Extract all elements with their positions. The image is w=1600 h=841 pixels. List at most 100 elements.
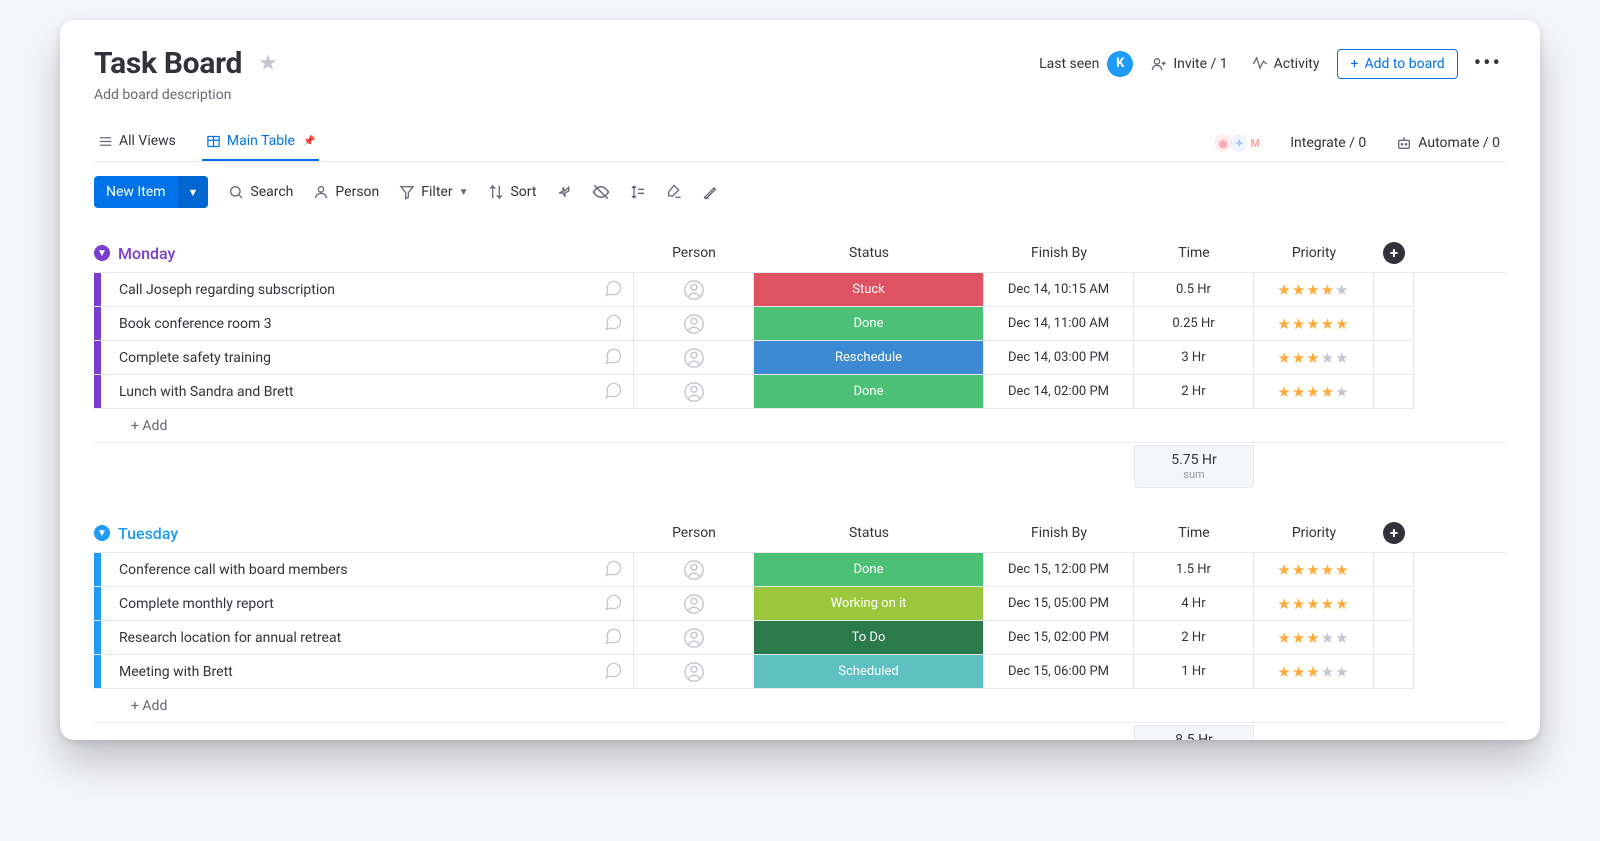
person-cell[interactable]: [634, 307, 754, 341]
chat-icon[interactable]: [603, 278, 623, 302]
board-description[interactable]: Add board description: [94, 87, 1506, 103]
task-cell[interactable]: Research location for annual retreat: [94, 621, 634, 655]
col-finish[interactable]: Finish By: [984, 525, 1134, 541]
search-button[interactable]: Search: [228, 184, 293, 200]
tab-all-views[interactable]: All Views: [94, 125, 180, 161]
task-name[interactable]: Conference call with board members: [113, 562, 603, 578]
priority-cell[interactable]: ★★★★★: [1254, 553, 1374, 587]
priority-cell[interactable]: ★★★★★: [1254, 273, 1374, 307]
status-cell[interactable]: Done: [754, 553, 984, 587]
col-finish[interactable]: Finish By: [984, 245, 1134, 261]
status-cell[interactable]: Done: [754, 375, 984, 409]
task-name[interactable]: Complete monthly report: [113, 596, 603, 612]
height-button[interactable]: [630, 184, 646, 200]
person-cell[interactable]: [634, 553, 754, 587]
time-cell[interactable]: 2 Hr: [1134, 621, 1254, 655]
person-cell[interactable]: [634, 375, 754, 409]
task-name[interactable]: Lunch with Sandra and Brett: [113, 384, 603, 400]
time-cell[interactable]: 1.5 Hr: [1134, 553, 1254, 587]
finish-cell[interactable]: Dec 14, 10:15 AM: [984, 273, 1134, 307]
task-cell[interactable]: Lunch with Sandra and Brett: [94, 375, 634, 409]
chat-icon[interactable]: [603, 312, 623, 336]
finish-cell[interactable]: Dec 14, 03:00 PM: [984, 341, 1134, 375]
col-priority[interactable]: Priority: [1254, 525, 1374, 541]
table-row[interactable]: Meeting with Brett Scheduled Dec 15, 06:…: [94, 655, 1506, 689]
board-title[interactable]: Task Board: [94, 46, 242, 81]
chat-icon[interactable]: [603, 660, 623, 684]
group-title[interactable]: ▼ Monday: [94, 244, 634, 263]
sort-button[interactable]: Sort: [488, 184, 536, 200]
new-item-dropdown[interactable]: ▼: [178, 176, 209, 208]
status-cell[interactable]: Done: [754, 307, 984, 341]
task-cell[interactable]: Complete monthly report: [94, 587, 634, 621]
person-cell[interactable]: [634, 587, 754, 621]
group-title[interactable]: ▼ Tuesday: [94, 524, 634, 543]
time-cell[interactable]: 2 Hr: [1134, 375, 1254, 409]
task-name[interactable]: Meeting with Brett: [113, 664, 603, 680]
status-cell[interactable]: Scheduled: [754, 655, 984, 689]
task-name[interactable]: Book conference room 3: [113, 316, 603, 332]
add-to-board-button[interactable]: + Add to board: [1337, 49, 1457, 79]
finish-cell[interactable]: Dec 15, 02:00 PM: [984, 621, 1134, 655]
time-cell[interactable]: 1 Hr: [1134, 655, 1254, 689]
more-options-button[interactable]: •••: [1470, 51, 1506, 76]
finish-cell[interactable]: Dec 14, 02:00 PM: [984, 375, 1134, 409]
new-item-button[interactable]: New Item ▼: [94, 176, 208, 208]
task-cell[interactable]: Book conference room 3: [94, 307, 634, 341]
col-time[interactable]: Time: [1134, 525, 1254, 541]
add-column-button[interactable]: +: [1383, 242, 1405, 264]
favorite-star-icon[interactable]: ★: [258, 51, 278, 76]
task-cell[interactable]: Complete safety training: [94, 341, 634, 375]
finish-cell[interactable]: Dec 14, 11:00 AM: [984, 307, 1134, 341]
person-cell[interactable]: [634, 655, 754, 689]
table-row[interactable]: Complete monthly report Working on it De…: [94, 587, 1506, 621]
add-row[interactable]: + Add: [94, 689, 1506, 723]
avatar[interactable]: K: [1107, 51, 1133, 77]
chat-icon[interactable]: [603, 346, 623, 370]
priority-cell[interactable]: ★★★★★: [1254, 655, 1374, 689]
time-cell[interactable]: 4 Hr: [1134, 587, 1254, 621]
task-cell[interactable]: Call Joseph regarding subscription: [94, 273, 634, 307]
col-status[interactable]: Status: [754, 525, 984, 541]
col-person[interactable]: Person: [634, 245, 754, 261]
time-cell[interactable]: 3 Hr: [1134, 341, 1254, 375]
priority-cell[interactable]: ★★★★★: [1254, 621, 1374, 655]
task-cell[interactable]: Meeting with Brett: [94, 655, 634, 689]
add-row[interactable]: + Add: [94, 409, 1506, 443]
invite-button[interactable]: Invite / 1: [1145, 52, 1233, 76]
finish-cell[interactable]: Dec 15, 06:00 PM: [984, 655, 1134, 689]
table-row[interactable]: Complete safety training Reschedule Dec …: [94, 341, 1506, 375]
col-time[interactable]: Time: [1134, 245, 1254, 261]
person-cell[interactable]: [634, 341, 754, 375]
priority-cell[interactable]: ★★★★★: [1254, 341, 1374, 375]
color-button[interactable]: [666, 184, 682, 200]
chat-icon[interactable]: [603, 380, 623, 404]
col-status[interactable]: Status: [754, 245, 984, 261]
priority-cell[interactable]: ★★★★★: [1254, 587, 1374, 621]
table-row[interactable]: Conference call with board members Done …: [94, 553, 1506, 587]
chat-icon[interactable]: [603, 626, 623, 650]
status-cell[interactable]: Reschedule: [754, 341, 984, 375]
integrate-button[interactable]: Integrate / 0: [1284, 131, 1372, 155]
automate-button[interactable]: Automate / 0: [1390, 131, 1506, 155]
task-name[interactable]: Research location for annual retreat: [113, 630, 603, 646]
task-name[interactable]: Call Joseph regarding subscription: [113, 282, 603, 298]
chat-icon[interactable]: [603, 592, 623, 616]
person-filter-button[interactable]: Person: [313, 184, 379, 200]
tab-main-table[interactable]: Main Table 📌: [202, 125, 320, 161]
table-row[interactable]: Lunch with Sandra and Brett Done Dec 14,…: [94, 375, 1506, 409]
table-row[interactable]: Research location for annual retreat To …: [94, 621, 1506, 655]
collapse-icon[interactable]: ▼: [94, 245, 110, 261]
filter-button[interactable]: Filter ▼: [399, 184, 468, 200]
add-column-button[interactable]: +: [1383, 522, 1405, 544]
task-name[interactable]: Complete safety training: [113, 350, 603, 366]
finish-cell[interactable]: Dec 15, 05:00 PM: [984, 587, 1134, 621]
highlight-button[interactable]: [702, 184, 718, 200]
status-cell[interactable]: Working on it: [754, 587, 984, 621]
priority-cell[interactable]: ★★★★★: [1254, 375, 1374, 409]
col-priority[interactable]: Priority: [1254, 245, 1374, 261]
priority-cell[interactable]: ★★★★★: [1254, 307, 1374, 341]
col-person[interactable]: Person: [634, 525, 754, 541]
task-cell[interactable]: Conference call with board members: [94, 553, 634, 587]
person-cell[interactable]: [634, 273, 754, 307]
